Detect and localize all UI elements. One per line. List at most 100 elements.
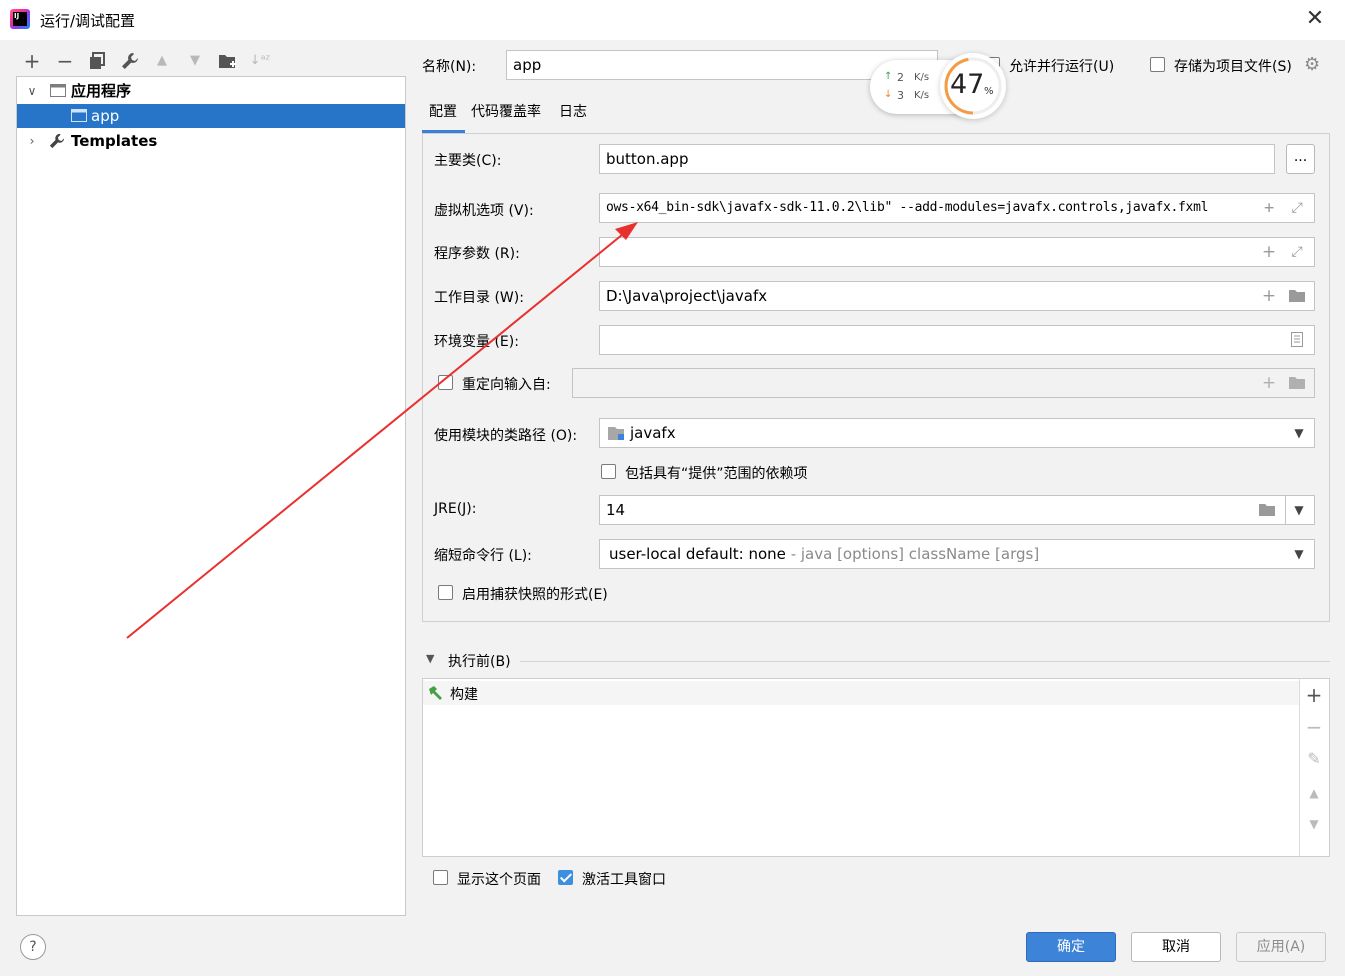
expand-icon[interactable]: ⤢ [1286, 238, 1308, 266]
vm-options-input[interactable]: ows-x64_bin-sdk\javafx-sdk-11.0.2\lib" -… [599, 193, 1315, 223]
working-dir-label: 工作目录 (W): [434, 290, 524, 306]
list-item[interactable]: 构建 [423, 681, 1299, 705]
move-up-icon[interactable]: ▲ [1302, 781, 1326, 805]
folder-icon[interactable] [1256, 496, 1278, 524]
folder-add-icon[interactable] [216, 49, 240, 73]
shorten-cmd-value: user-local default: none [609, 545, 786, 563]
move-down-icon[interactable]: ▼ [1302, 812, 1326, 836]
dropdown-arrow-icon[interactable]: ▼ [1288, 496, 1310, 524]
shorten-cmd-hint: - java [options] className [args] [785, 545, 1040, 563]
window-title: 运行/调试配置 [40, 12, 136, 30]
jre-value: 14 [606, 501, 626, 519]
download-unit: K/s [914, 90, 930, 101]
working-dir-value: D:\Java\project\javafx [606, 287, 768, 305]
intellij-logo-icon: IJ [10, 9, 30, 29]
browse-main-class-button[interactable]: ... [1286, 144, 1315, 174]
sort-icon[interactable]: ↓ᵃᶻ [248, 49, 272, 73]
tree-item-label: app [91, 107, 120, 125]
show-page-checkbox[interactable] [433, 870, 448, 885]
tab-logs[interactable]: 日志 [559, 103, 587, 133]
expand-icon[interactable]: ⤢ [1286, 194, 1308, 222]
document-icon[interactable] [1286, 326, 1308, 354]
upload-unit: K/s [914, 72, 930, 83]
divider [520, 661, 1330, 662]
module-classpath-select[interactable]: javafx ▼ [599, 418, 1315, 448]
memory-percent-sign: % [984, 86, 994, 97]
application-icon [71, 109, 87, 122]
gear-icon[interactable]: ⚙ [1304, 54, 1324, 76]
help-button[interactable]: ? [20, 934, 46, 960]
move-up-icon[interactable]: ▲ [150, 49, 174, 73]
store-as-file-label: 存储为项目文件(S) [1174, 59, 1292, 75]
add-icon[interactable]: + [20, 49, 44, 73]
shorten-cmd-label: 缩短命令行 (L): [434, 548, 532, 564]
snapshot-label: 启用捕获快照的形式(E) [462, 587, 608, 603]
redirect-input-label: 重定向输入自: [462, 377, 551, 393]
add-icon[interactable]: + [1258, 282, 1280, 310]
collapse-arrow-icon[interactable]: ▼ [426, 652, 434, 665]
dropdown-arrow-icon[interactable]: ▼ [1288, 419, 1310, 447]
add-icon[interactable]: + [1258, 238, 1280, 266]
program-args-input[interactable]: + ⤢ [599, 237, 1315, 267]
folder-icon [1286, 369, 1308, 397]
jre-select[interactable]: 14 ▼ [599, 495, 1315, 525]
download-value: 3 [897, 89, 904, 102]
download-arrow-icon: ↓ [884, 89, 893, 100]
remove-icon[interactable]: − [1302, 715, 1326, 739]
chevron-down-icon[interactable]: ∨ [25, 79, 39, 103]
redirect-input-checkbox[interactable] [438, 375, 453, 390]
application-icon [50, 84, 66, 97]
add-icon[interactable]: + [1302, 683, 1326, 707]
snapshot-checkbox[interactable] [438, 585, 453, 600]
add-icon[interactable]: + [1258, 194, 1280, 222]
chevron-right-icon[interactable]: › [25, 129, 39, 153]
module-icon [608, 427, 624, 440]
move-down-icon[interactable]: ▼ [183, 49, 207, 73]
wrench-icon [49, 133, 65, 149]
memory-percent-value: 47 [950, 69, 985, 100]
before-launch-list[interactable]: 构建 [422, 678, 1330, 857]
copy-icon[interactable] [85, 49, 109, 73]
ok-button[interactable]: 确定 [1026, 932, 1116, 962]
activate-tool-checkbox[interactable] [558, 870, 573, 885]
apply-button[interactable]: 应用(A) [1236, 932, 1326, 962]
upload-value: 2 [897, 71, 904, 84]
module-classpath-value: javafx [630, 424, 676, 442]
vm-options-label: 虚拟机选项 (V): [434, 203, 534, 219]
module-classpath-label: 使用模块的类路径 (O): [434, 428, 578, 444]
show-page-label: 显示这个页面 [457, 872, 541, 888]
separator [1285, 496, 1286, 524]
tree-group-label: 应用程序 [71, 82, 132, 100]
tab-coverage[interactable]: 代码覆盖率 [471, 103, 541, 133]
cancel-button[interactable]: 取消 [1131, 932, 1221, 962]
redirect-input-field: + [572, 368, 1315, 398]
main-class-label: 主要类(C): [434, 153, 502, 169]
include-provided-checkbox[interactable] [601, 464, 616, 479]
tab-config[interactable]: 配置 [422, 103, 465, 133]
tree-group-templates[interactable]: › Templates [17, 129, 405, 153]
title-bar [0, 0, 1345, 40]
config-tree[interactable]: ∨ 应用程序 app › Templates [16, 76, 406, 916]
env-vars-input[interactable] [599, 325, 1315, 355]
program-args-label: 程序参数 (R): [434, 246, 520, 262]
tree-item-app[interactable]: app [17, 104, 405, 128]
before-launch-header: 执行前(B) [448, 654, 511, 670]
tree-group-application[interactable]: ∨ 应用程序 [17, 79, 405, 103]
store-as-file-checkbox[interactable] [1150, 57, 1165, 72]
dropdown-arrow-icon[interactable]: ▼ [1288, 540, 1310, 568]
wrench-icon[interactable] [118, 49, 142, 73]
divider [1299, 679, 1300, 856]
templates-label: Templates [71, 132, 158, 150]
add-icon: + [1261, 373, 1277, 393]
activate-tool-label: 激活工具窗口 [582, 872, 666, 888]
shorten-cmd-select[interactable]: user-local default: none - java [options… [599, 539, 1315, 569]
env-vars-label: 环境变量 (E): [434, 334, 519, 350]
close-button[interactable]: ✕ [1302, 6, 1328, 32]
include-provided-label: 包括具有“提供”范围的依赖项 [625, 466, 808, 482]
working-dir-input[interactable]: D:\Java\project\javafx + [599, 281, 1315, 311]
edit-icon[interactable]: ✎ [1302, 747, 1326, 771]
remove-icon[interactable]: − [53, 49, 77, 73]
name-label: 名称(N): [422, 59, 477, 75]
main-class-input[interactable]: button.app [599, 144, 1275, 174]
folder-icon[interactable] [1286, 282, 1308, 310]
